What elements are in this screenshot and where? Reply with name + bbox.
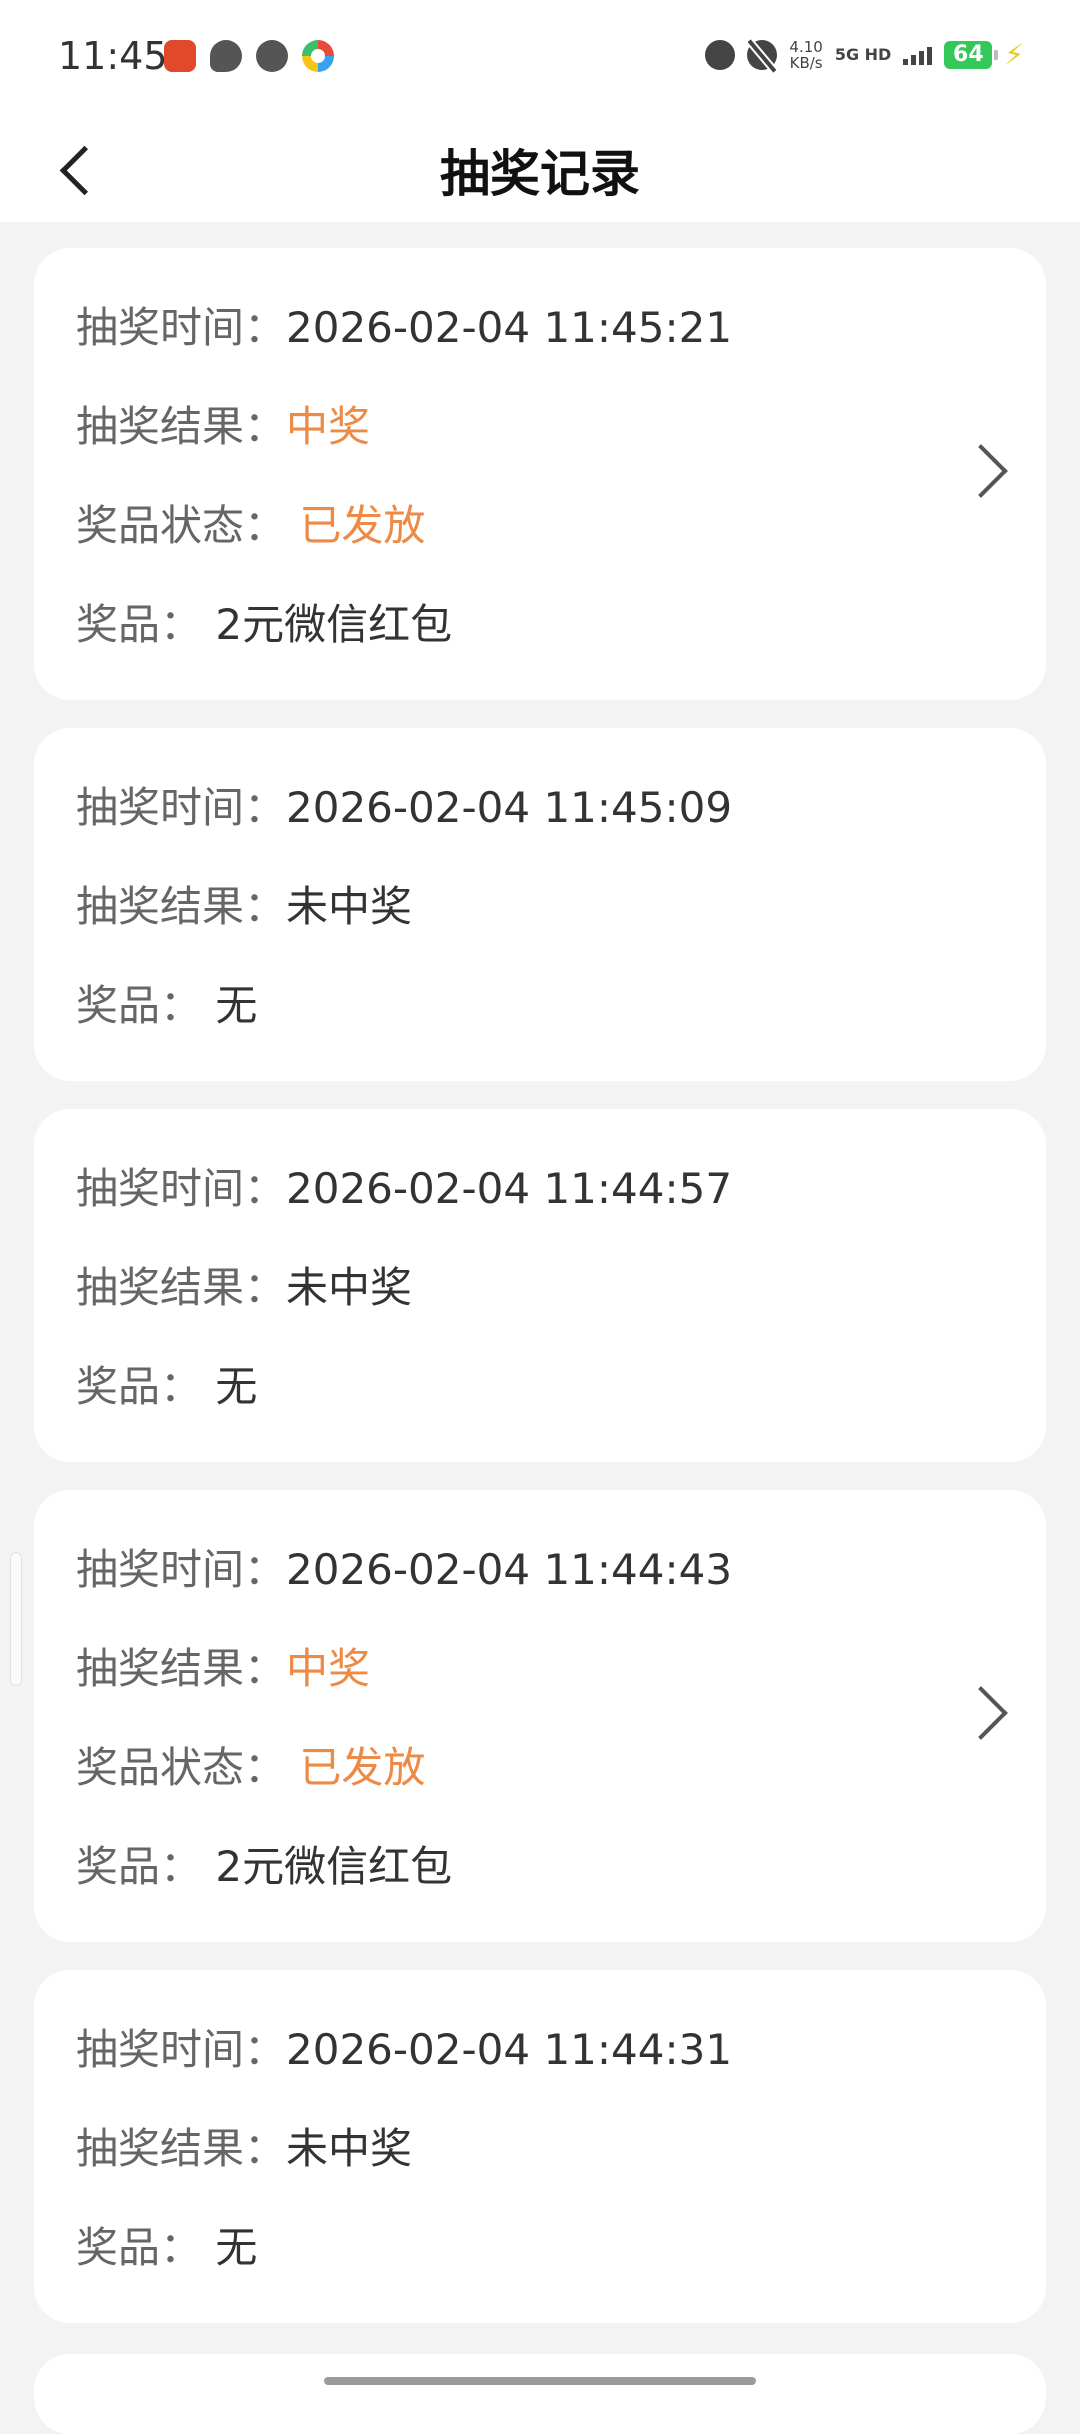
record-status-row: 奖品状态： 已发放 bbox=[76, 1718, 1046, 1817]
charging-icon: ⚡ bbox=[1004, 38, 1024, 71]
record-result-row: 抽奖结果：中奖 bbox=[76, 1619, 1046, 1718]
notification-icons bbox=[164, 40, 334, 72]
prize-label: 奖品： bbox=[76, 2223, 203, 2272]
status-label: 奖品状态： bbox=[76, 1743, 287, 1792]
record-result: 中奖 bbox=[286, 1644, 371, 1693]
prize-label: 奖品： bbox=[76, 600, 203, 649]
record-prize-row: 奖品： 无 bbox=[76, 1337, 1046, 1436]
result-label: 抽奖结果： bbox=[76, 1263, 287, 1312]
prize-label: 奖品： bbox=[76, 1842, 203, 1891]
record-result-row: 抽奖结果：中奖 bbox=[76, 377, 1046, 476]
time-label: 抽奖时间： bbox=[76, 783, 287, 832]
status-bar: 11:45 4.10 KB/s 5G HD 64 ⚡ bbox=[0, 0, 1080, 118]
record-card[interactable]: 抽奖时间：2026-02-04 11:44:43 抽奖结果：中奖 奖品状态： 已… bbox=[34, 1490, 1046, 1942]
record-prize: 无 bbox=[215, 981, 258, 1030]
record-time-row: 抽奖时间：2026-02-04 11:45:21 bbox=[76, 278, 1046, 377]
wechat-icon bbox=[256, 40, 288, 72]
record-result: 中奖 bbox=[286, 402, 371, 451]
record-card[interactable]: 抽奖时间：2026-02-04 11:45:21 抽奖结果：中奖 奖品状态： 已… bbox=[34, 248, 1046, 700]
record-result-row: 抽奖结果：未中奖 bbox=[76, 1238, 1046, 1337]
signal-icon bbox=[903, 45, 933, 65]
app-badge-icon bbox=[164, 40, 196, 72]
result-label: 抽奖结果： bbox=[76, 1644, 287, 1693]
home-indicator[interactable] bbox=[324, 2377, 756, 2385]
time-label: 抽奖时间： bbox=[76, 2025, 287, 2074]
record-card-partial bbox=[34, 2354, 1046, 2434]
record-prize-row: 奖品： 2元微信红包 bbox=[76, 575, 1046, 674]
record-result: 未中奖 bbox=[286, 882, 413, 931]
status-label: 奖品状态： bbox=[76, 501, 287, 550]
record-prize-row: 奖品： 无 bbox=[76, 2198, 1046, 2297]
speed-unit: KB/s bbox=[789, 53, 823, 72]
record-time: 2026-02-04 11:44:43 bbox=[286, 1545, 733, 1594]
prize-label: 奖品： bbox=[76, 1362, 203, 1411]
record-time: 2026-02-04 11:45:21 bbox=[286, 303, 733, 352]
mute-bell-icon bbox=[747, 39, 778, 70]
record-prize: 无 bbox=[215, 1362, 258, 1411]
record-prize: 2元微信红包 bbox=[215, 1842, 453, 1891]
battery-icon: 64 bbox=[944, 40, 999, 69]
record-card: 抽奖时间：2026-02-04 11:44:31 抽奖结果：未中奖 奖品： 无 bbox=[34, 1970, 1046, 2323]
result-label: 抽奖结果： bbox=[76, 2124, 287, 2173]
record-time-row: 抽奖时间：2026-02-04 11:44:57 bbox=[76, 1139, 1046, 1238]
record-prize-row: 奖品： 2元微信红包 bbox=[76, 1817, 1046, 1916]
record-result: 未中奖 bbox=[286, 2124, 413, 2173]
record-prize: 2元微信红包 bbox=[215, 600, 453, 649]
record-time: 2026-02-04 11:44:31 bbox=[286, 2025, 733, 2074]
record-card: 抽奖时间：2026-02-04 11:45:09 抽奖结果：未中奖 奖品： 无 bbox=[34, 728, 1046, 1081]
time-label: 抽奖时间： bbox=[76, 1164, 287, 1213]
alarm-icon bbox=[705, 39, 736, 70]
record-status: 已发放 bbox=[299, 1743, 426, 1792]
record-prize-row: 奖品： 无 bbox=[76, 956, 1046, 1055]
page-title: 抽奖记录 bbox=[440, 145, 640, 203]
network-type: 5G HD bbox=[834, 44, 892, 64]
record-status-row: 奖品状态： 已发放 bbox=[76, 476, 1046, 575]
record-time-row: 抽奖时间：2026-02-04 11:44:43 bbox=[76, 1520, 1046, 1619]
chat-icon bbox=[210, 40, 242, 72]
edge-panel-handle[interactable] bbox=[10, 1552, 22, 1686]
time-label: 抽奖时间： bbox=[76, 303, 287, 352]
record-status: 已发放 bbox=[299, 501, 426, 550]
speed-value: 4.10 bbox=[789, 37, 823, 56]
record-time-row: 抽奖时间：2026-02-04 11:45:09 bbox=[76, 758, 1046, 857]
status-time: 11:45 bbox=[58, 34, 168, 78]
record-time-row: 抽奖时间：2026-02-04 11:44:31 bbox=[76, 2000, 1046, 2099]
record-time: 2026-02-04 11:45:09 bbox=[286, 783, 733, 832]
record-time: 2026-02-04 11:44:57 bbox=[286, 1164, 733, 1213]
status-right: 4.10 KB/s 5G HD 64 ⚡ bbox=[705, 38, 1024, 71]
colorful-app-icon bbox=[302, 40, 334, 72]
nav-header: 抽奖记录 bbox=[0, 118, 1080, 222]
record-result: 未中奖 bbox=[286, 1263, 413, 1312]
record-result-row: 抽奖结果：未中奖 bbox=[76, 2099, 1046, 2198]
battery-level: 64 bbox=[953, 42, 984, 67]
time-label: 抽奖时间： bbox=[76, 1545, 287, 1594]
result-label: 抽奖结果： bbox=[76, 882, 287, 931]
result-label: 抽奖结果： bbox=[76, 402, 287, 451]
record-prize: 无 bbox=[215, 2223, 258, 2272]
record-result-row: 抽奖结果：未中奖 bbox=[76, 857, 1046, 956]
record-card: 抽奖时间：2026-02-04 11:44:57 抽奖结果：未中奖 奖品： 无 bbox=[34, 1109, 1046, 1462]
network-speed: 4.10 KB/s bbox=[789, 39, 822, 71]
prize-label: 奖品： bbox=[76, 981, 203, 1030]
record-list: 抽奖时间：2026-02-04 11:45:21 抽奖结果：中奖 奖品状态： 已… bbox=[34, 248, 1046, 2351]
